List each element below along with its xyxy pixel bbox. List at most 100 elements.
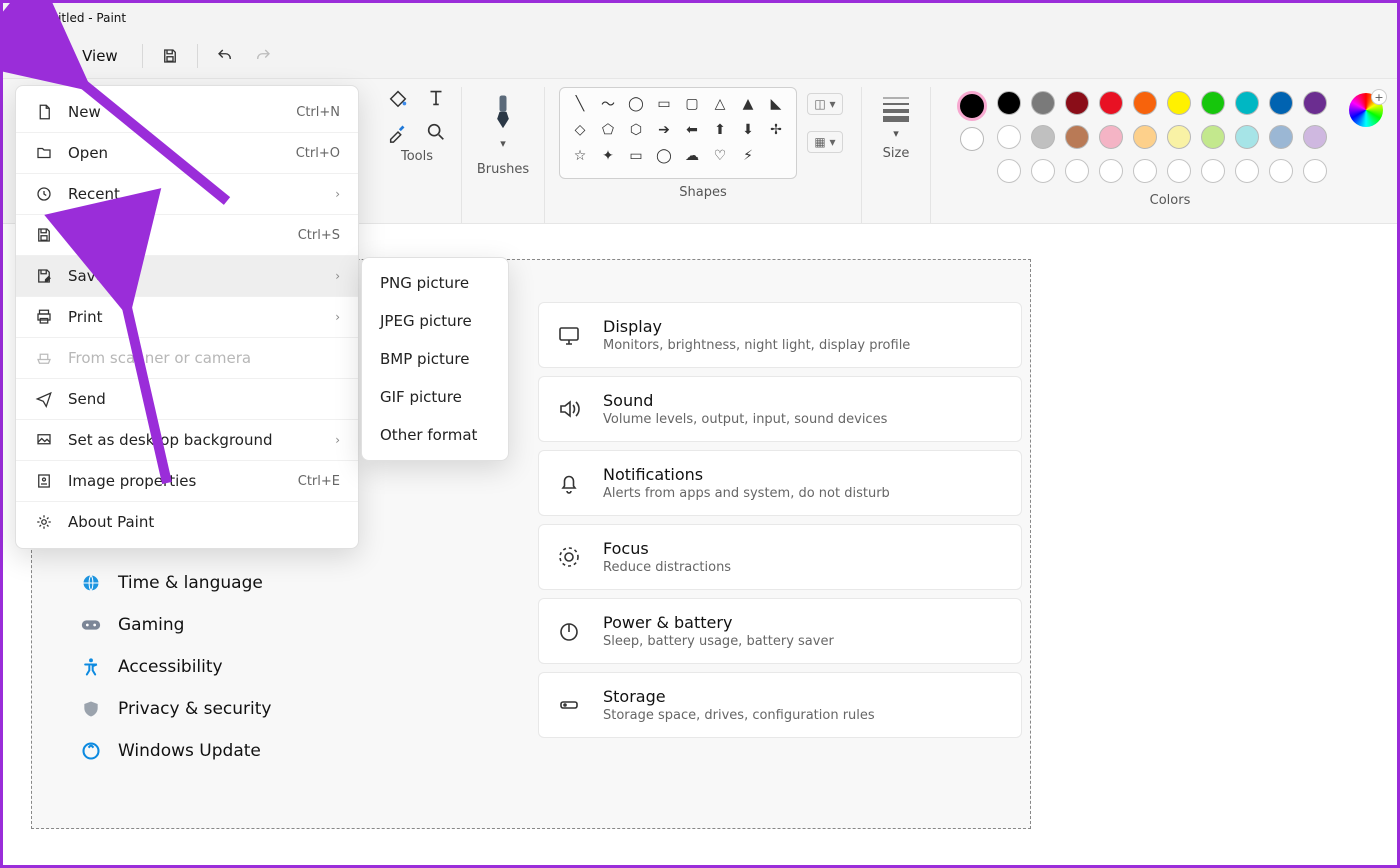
settings-side-update[interactable]: Windows Update	[80, 740, 272, 762]
color-swatch[interactable]	[1201, 159, 1225, 183]
paint-app-icon	[11, 9, 29, 27]
file-menu-save[interactable]: Save Ctrl+S	[16, 215, 358, 256]
gear-icon	[34, 512, 54, 532]
color-swatch[interactable]	[997, 91, 1021, 115]
saveas-bmp[interactable]: BMP picture	[362, 340, 508, 378]
line-shape[interactable]: ╲	[570, 94, 590, 114]
shape-fill-button[interactable]: ▦ ▾	[807, 131, 843, 153]
hexagon-shape[interactable]: ⬡	[626, 120, 646, 140]
settings-side-gaming[interactable]: Gaming	[80, 614, 272, 636]
color-swatch[interactable]	[1201, 125, 1225, 149]
color-swatch[interactable]	[1167, 159, 1191, 183]
settings-card-focus[interactable]: FocusReduce distractions	[538, 524, 1022, 590]
right-triangle-shape[interactable]: ◣	[766, 94, 786, 114]
file-menu-desktop-bg[interactable]: Set as desktop background ›	[16, 420, 358, 461]
settings-card-display[interactable]: DisplayMonitors, brightness, night light…	[538, 302, 1022, 368]
color-swatch[interactable]	[1065, 125, 1089, 149]
color-swatch[interactable]	[1099, 125, 1123, 149]
color-swatch[interactable]	[997, 125, 1021, 149]
settings-side-accessibility[interactable]: Accessibility	[80, 656, 272, 678]
chevron-down-icon[interactable]: ▾	[893, 127, 899, 140]
color-swatch[interactable]	[1269, 159, 1293, 183]
saveas-other[interactable]: Other format	[362, 416, 508, 454]
callout-shape[interactable]: ▭	[626, 146, 646, 166]
color-swatch[interactable]	[1303, 159, 1327, 183]
color-swatch[interactable]	[1303, 125, 1327, 149]
color-swatch[interactable]	[1065, 159, 1089, 183]
brush-icon[interactable]	[486, 93, 520, 133]
color2-swatch[interactable]	[960, 127, 984, 151]
star5-shape[interactable]: ☆	[570, 146, 590, 166]
magnifier-icon[interactable]	[425, 121, 447, 143]
color-swatch[interactable]	[1201, 91, 1225, 115]
file-menu-save-as[interactable]: Save as ›	[16, 256, 358, 297]
chevron-down-icon[interactable]: ▾	[500, 137, 506, 150]
color-swatch[interactable]	[997, 159, 1021, 183]
ribbon-colors-group: Colors	[931, 87, 1400, 223]
diamond-shape[interactable]: ◇	[570, 120, 590, 140]
arrow-down-shape[interactable]: ⬇	[738, 120, 758, 140]
star6-shape[interactable]: ✦	[598, 146, 618, 166]
polygon-shape[interactable]: △	[710, 94, 730, 114]
pentagon-shape[interactable]: ⬠	[598, 120, 618, 140]
color-swatch[interactable]	[1269, 125, 1293, 149]
color-swatch[interactable]	[1031, 125, 1055, 149]
curve-shape[interactable]: 〜	[598, 94, 618, 114]
edit-colors-button[interactable]	[1349, 93, 1383, 127]
color-swatch[interactable]	[1065, 91, 1089, 115]
color-swatch[interactable]	[1235, 159, 1259, 183]
print-icon	[34, 307, 54, 327]
color-swatch[interactable]	[1303, 91, 1327, 115]
saveas-png[interactable]: PNG picture	[362, 264, 508, 302]
color-swatch[interactable]	[1099, 91, 1123, 115]
arrow-right-shape[interactable]: ➔	[654, 120, 674, 140]
settings-side-time[interactable]: Time & language	[80, 572, 272, 594]
file-menu-send[interactable]: Send	[16, 379, 358, 420]
thought-shape[interactable]: ◯	[654, 146, 674, 166]
rect-shape[interactable]: ▭	[654, 94, 674, 114]
eyedropper-icon[interactable]	[387, 121, 409, 143]
settings-side-privacy[interactable]: Privacy & security	[80, 698, 272, 720]
oval-shape[interactable]: ◯	[626, 94, 646, 114]
size-button[interactable]	[876, 87, 916, 127]
color-swatch[interactable]	[1167, 91, 1191, 115]
file-menu-properties[interactable]: Image properties Ctrl+E	[16, 461, 358, 502]
file-menu-print[interactable]: Print ›	[16, 297, 358, 338]
saveas-gif[interactable]: GIF picture	[362, 378, 508, 416]
storage-icon	[557, 693, 581, 717]
color-swatch[interactable]	[1133, 159, 1157, 183]
redo-icon[interactable]	[244, 40, 282, 72]
color-swatch[interactable]	[1133, 91, 1157, 115]
color-swatch[interactable]	[1167, 125, 1191, 149]
triangle-shape[interactable]: ▲	[738, 94, 758, 114]
color-swatch[interactable]	[1133, 125, 1157, 149]
color-swatch[interactable]	[1269, 91, 1293, 115]
arrow-left-shape[interactable]: ⬅	[682, 120, 702, 140]
arrow-up-shape[interactable]: ⬆	[710, 120, 730, 140]
color-swatch[interactable]	[1235, 91, 1259, 115]
text-icon[interactable]	[425, 87, 447, 109]
heart-shape[interactable]: ♡	[710, 146, 730, 166]
bucket-icon[interactable]	[387, 87, 409, 109]
color-swatch[interactable]	[1235, 125, 1259, 149]
power-icon	[557, 619, 581, 643]
shapes-gallery[interactable]: ╲ 〜 ◯ ▭ ▢ △ ▲ ◣ ◇ ⬠ ⬡ ➔ ⬅ ⬆ ⬇ ✢	[559, 87, 797, 179]
settings-card-power[interactable]: Power & batterySleep, battery usage, bat…	[538, 598, 1022, 664]
ribbon-colors-label: Colors	[1150, 193, 1191, 216]
settings-card-notifications[interactable]: NotificationsAlerts from apps and system…	[538, 450, 1022, 516]
lightning-shape[interactable]: ⚡	[738, 146, 758, 166]
four-arrow-shape[interactable]: ✢	[766, 120, 786, 140]
color1-swatch[interactable]	[957, 91, 987, 121]
shape-outline-button[interactable]: ◫ ▾	[807, 93, 843, 115]
color-swatch[interactable]	[1031, 91, 1055, 115]
file-menu-about[interactable]: About Paint	[16, 502, 358, 542]
color-swatch[interactable]	[1099, 159, 1123, 183]
color-swatch[interactable]	[1031, 159, 1055, 183]
ribbon-tools-group: Tools	[373, 87, 462, 223]
cloud-shape[interactable]: ☁	[682, 146, 702, 166]
annotation-arrow-file	[57, 61, 237, 221]
roundrect-shape[interactable]: ▢	[682, 94, 702, 114]
saveas-jpeg[interactable]: JPEG picture	[362, 302, 508, 340]
settings-card-storage[interactable]: StorageStorage space, drives, configurat…	[538, 672, 1022, 738]
settings-card-sound[interactable]: SoundVolume levels, output, input, sound…	[538, 376, 1022, 442]
